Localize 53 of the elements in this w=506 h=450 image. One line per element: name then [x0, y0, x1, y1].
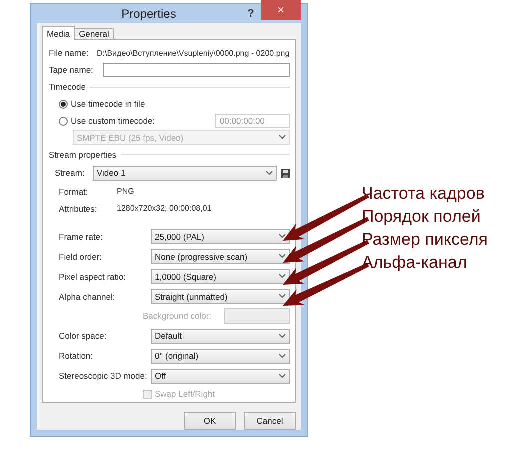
field-label: Attributes:: [59, 204, 98, 214]
chevron-icon: [279, 374, 286, 379]
chevron-icon: [279, 294, 286, 300]
checkbox-label: Swap Left/Right: [155, 389, 216, 400]
chevron-icon: [279, 354, 286, 359]
annotation-label: Порядок полей: [362, 207, 481, 227]
setting-dropdown[interactable]: 0° (original): [151, 348, 290, 364]
chevron-icon: [279, 135, 286, 140]
field-label: Color space:: [59, 331, 108, 342]
setting-dropdown[interactable]: Straight (unmatted): [151, 289, 290, 304]
field-label: Background color:: [143, 311, 213, 322]
group-title: Stream properties: [49, 150, 118, 160]
chevron-icon: [266, 170, 273, 176]
help-button[interactable]: ?: [241, 8, 261, 20]
tab[interactable]: Media: [42, 26, 76, 40]
radio-button[interactable]: [59, 100, 68, 109]
field-label: Rotation:: [59, 351, 94, 362]
window-title: Properties: [120, 6, 178, 20]
setting-dropdown[interactable]: None (progressive scan): [151, 249, 290, 264]
field-label: Pixel aspect ratio:: [59, 272, 128, 282]
chevron-icon: [279, 254, 286, 260]
field-label: Format:: [59, 186, 90, 197]
chevron-icon: [279, 234, 286, 240]
chevron-icon: [279, 334, 286, 339]
field-value: PNG: [117, 187, 134, 196]
field-label: Tape name:: [49, 65, 94, 76]
radio-label: Use custom timecode:: [71, 116, 156, 126]
chevron-icon: [279, 274, 286, 280]
annotation-label: Альфа-канал: [362, 253, 468, 273]
field-label: Alpha channel:: [59, 292, 116, 302]
close-button[interactable]: ×: [261, 0, 301, 20]
field-label: Stereoscopic 3D mode:: [59, 371, 148, 382]
file-name-value: D:\Видео\Вступление\Vsupleniy\0000.png - 0200.png: [97, 48, 290, 58]
setting-dropdown[interactable]: 1,0000 (Square): [151, 269, 290, 284]
tape-name-field[interactable]: [103, 63, 290, 78]
tab[interactable]: General: [74, 28, 114, 40]
field-label: File name:: [49, 48, 90, 58]
dialog-button[interactable]: OK: [184, 412, 236, 430]
setting-dropdown[interactable]: 25,000 (PAL): [151, 229, 290, 244]
annotation-label: Размер пикселя: [362, 230, 488, 250]
group-title: Timecode: [49, 82, 88, 92]
radio-label: Use timecode in file: [71, 99, 146, 110]
field-label: Field order:: [59, 252, 103, 262]
dialog-button[interactable]: Cancel: [244, 412, 296, 430]
setting-dropdown[interactable]: Default: [151, 328, 290, 344]
setting-dropdown[interactable]: Off: [151, 368, 290, 384]
field-label: Stream:: [55, 168, 86, 178]
radio-button[interactable]: [59, 116, 68, 126]
save-icon[interactable]: [281, 168, 290, 178]
annotation-label: Частота кадров: [362, 184, 485, 204]
field-label: Frame rate:: [59, 232, 104, 242]
field-value: 1280x720x32; 00:00:08,01: [117, 204, 212, 214]
stream-dropdown[interactable]: Video 1: [93, 166, 277, 181]
